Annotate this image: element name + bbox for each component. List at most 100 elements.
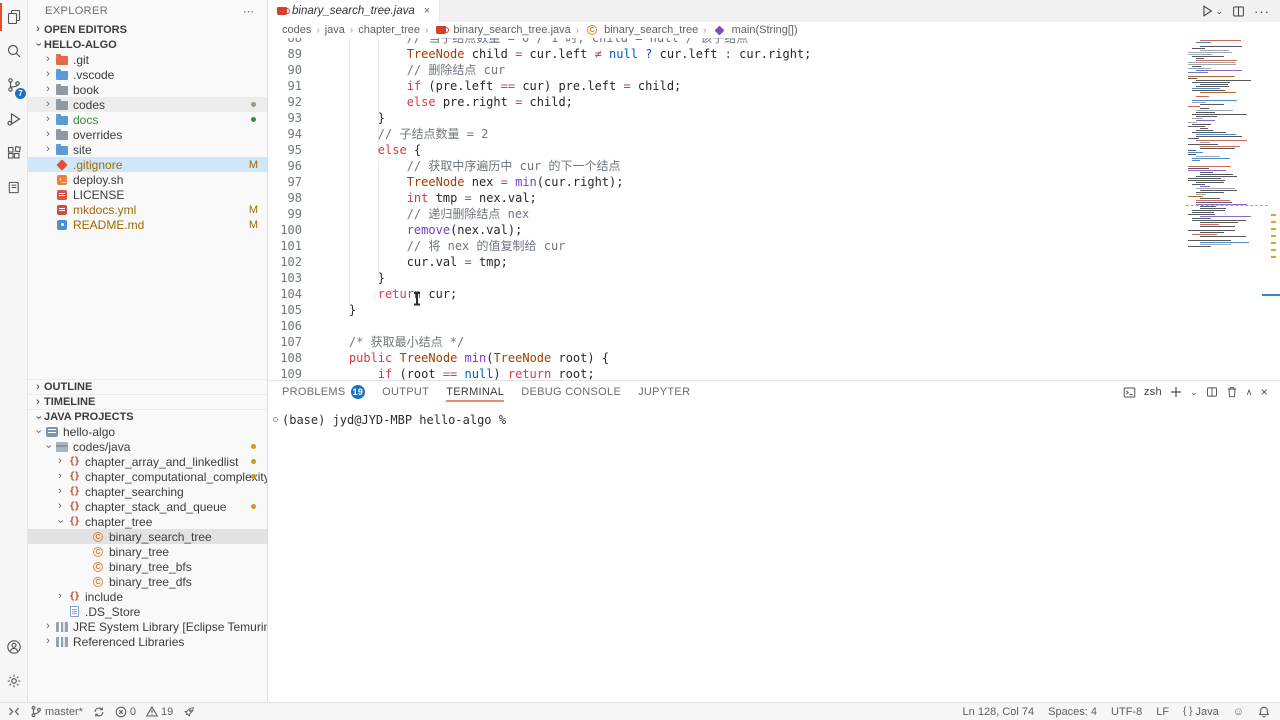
java-item-binary-tree[interactable]: Cbinary_tree xyxy=(28,544,267,559)
activity-search-icon[interactable] xyxy=(0,34,27,68)
status-remote-item[interactable] xyxy=(8,703,20,720)
close-tab-icon[interactable]: × xyxy=(424,5,430,17)
code-line-99[interactable]: 99 // 递归删除结点 nex xyxy=(268,206,1280,222)
status-error-item[interactable]: 0 xyxy=(115,703,136,720)
close-panel-icon[interactable]: × xyxy=(1261,385,1268,399)
line-number[interactable]: 90 xyxy=(268,62,302,78)
status-branch-item[interactable]: master* xyxy=(30,703,83,720)
status-feedback-item[interactable]: ☺ xyxy=(1233,703,1244,720)
more-actions-button[interactable]: ··· xyxy=(1254,4,1270,19)
line-number[interactable]: 98 xyxy=(268,190,302,206)
split-terminal-button[interactable] xyxy=(1206,386,1218,398)
java-item-chapter-stack-and-queue[interactable]: ›{}chapter_stack_and_queue xyxy=(28,499,267,514)
code-line-98[interactable]: 98 int tmp = nex.val; xyxy=(268,190,1280,206)
explorer-item-deploy-sh[interactable]: deploy.sh xyxy=(28,172,267,187)
section-root-folder[interactable]: › HELLO-ALGO xyxy=(28,37,267,52)
explorer-item-mkdocs-yml[interactable]: mkdocs.ymlM xyxy=(28,202,267,217)
line-number[interactable]: 88 xyxy=(268,38,302,46)
line-number[interactable]: 104 xyxy=(268,286,302,302)
explorer-item--gitignore[interactable]: .gitignoreM xyxy=(28,157,267,172)
sidebar-more-actions-button[interactable]: ⋯ xyxy=(243,5,267,18)
code-line-106[interactable]: 106 xyxy=(268,318,1280,334)
code-line-104[interactable]: 104 return cur; xyxy=(268,286,1280,302)
line-number[interactable]: 107 xyxy=(268,334,302,350)
activity-source-control-icon[interactable]: 7 xyxy=(0,68,27,102)
terminal-profile-icon[interactable] xyxy=(1123,386,1136,399)
activity-notebook-icon[interactable] xyxy=(0,170,27,204)
java-item-include[interactable]: ›{}include xyxy=(28,589,267,604)
status-spaces-4[interactable]: Spaces: 4 xyxy=(1048,703,1097,720)
java-item-binary-tree-dfs[interactable]: Cbinary_tree_dfs xyxy=(28,574,267,589)
activity-run-debug-icon[interactable] xyxy=(0,102,27,136)
code-line-107[interactable]: 107 /* 获取最小结点 */ xyxy=(268,334,1280,350)
java-item-binary-search-tree[interactable]: Cbinary_search_tree xyxy=(28,529,267,544)
code-line-91[interactable]: 91 if (pre.left == cur) pre.left = child… xyxy=(268,78,1280,94)
section-open-editors[interactable]: › OPEN EDITORS xyxy=(28,22,267,37)
status-lf[interactable]: LF xyxy=(1156,703,1169,720)
line-number[interactable]: 92 xyxy=(268,94,302,110)
status-warning-item[interactable]: 19 xyxy=(146,703,173,720)
breadcrumb-binary-search-tree-java[interactable]: binary_search_tree.java xyxy=(433,24,570,36)
java-item-binary-tree-bfs[interactable]: Cbinary_tree_bfs xyxy=(28,559,267,574)
section-java-projects[interactable]: › JAVA PROJECTS xyxy=(28,409,267,424)
java-item--ds-store[interactable]: .DS_Store xyxy=(28,604,267,619)
activity-account-icon[interactable] xyxy=(0,630,27,664)
status-rocket-item[interactable] xyxy=(183,703,195,720)
code-line-101[interactable]: 101 // 将 nex 的值复制给 cur xyxy=(268,238,1280,254)
line-number[interactable]: 105 xyxy=(268,302,302,318)
code-line-102[interactable]: 102 cur.val = tmp; xyxy=(268,254,1280,270)
breadcrumb-binary-search-tree[interactable]: Cbinary_search_tree xyxy=(584,24,698,36)
terminal-output[interactable]: (base) jyd@JYD-MBP hello-algo % xyxy=(268,403,1280,428)
explorer-item-site[interactable]: ›site xyxy=(28,142,267,157)
code-line-108[interactable]: 108 public TreeNode min(TreeNode root) { xyxy=(268,350,1280,366)
line-number[interactable]: 109 xyxy=(268,366,302,380)
line-number[interactable]: 91 xyxy=(268,78,302,94)
line-number[interactable]: 94 xyxy=(268,126,302,142)
line-number[interactable]: 101 xyxy=(268,238,302,254)
line-number[interactable]: 100 xyxy=(268,222,302,238)
line-number[interactable]: 106 xyxy=(268,318,302,334)
panel-tab-jupyter[interactable]: JUPYTER xyxy=(638,381,690,403)
status-bell-item[interactable] xyxy=(1258,703,1270,720)
status-ln-128-col-74[interactable]: Ln 128, Col 74 xyxy=(963,703,1035,720)
line-number[interactable]: 108 xyxy=(268,350,302,366)
line-number[interactable]: 103 xyxy=(268,270,302,286)
code-line-94[interactable]: 94 // 子结点数量 = 2 xyxy=(268,126,1280,142)
activity-extensions-icon[interactable] xyxy=(0,136,27,170)
activity-settings-icon[interactable] xyxy=(0,664,27,698)
code-line-97[interactable]: 97 TreeNode nex = min(cur.right); xyxy=(268,174,1280,190)
java-item-chapter-searching[interactable]: ›{}chapter_searching xyxy=(28,484,267,499)
shell-name-label[interactable]: zsh xyxy=(1144,386,1162,398)
code-line-109[interactable]: 109 if (root == null) return root; xyxy=(268,366,1280,380)
java-item-jre-system-library-eclipse-temurin-17-17-[interactable]: ›JRE System Library [Eclipse Temurin 17 … xyxy=(28,619,267,634)
code-editor[interactable]: 88 // 当子结点数量 = 0 / 1 时, child = null / 该… xyxy=(268,38,1280,380)
explorer-item--vscode[interactable]: ›.vscode xyxy=(28,67,267,82)
breadcrumb-java[interactable]: java xyxy=(325,24,345,36)
split-editor-button[interactable] xyxy=(1232,5,1245,18)
section-outline[interactable]: › OUTLINE xyxy=(28,379,267,394)
java-item-hello-algo[interactable]: ›hello-algo xyxy=(28,424,267,439)
java-item-referenced-libraries[interactable]: ›Referenced Libraries xyxy=(28,634,267,649)
breadcrumb-codes[interactable]: codes xyxy=(282,24,311,36)
explorer-item-docs[interactable]: ›docs xyxy=(28,112,267,127)
panel-tab-output[interactable]: OUTPUT xyxy=(382,381,429,403)
section-timeline[interactable]: › TIMELINE xyxy=(28,394,267,409)
line-number[interactable]: 89 xyxy=(268,46,302,62)
maximize-panel-chevron-icon[interactable]: ∧ xyxy=(1246,387,1253,398)
line-number[interactable]: 99 xyxy=(268,206,302,222)
status-sync-item[interactable] xyxy=(93,703,105,720)
status-utf-8[interactable]: UTF-8 xyxy=(1111,703,1142,720)
tab-binary-search-tree[interactable]: binary_search_tree.java × xyxy=(268,0,440,22)
code-line-92[interactable]: 92 else pre.right = child; xyxy=(268,94,1280,110)
code-line-90[interactable]: 90 // 删除结点 cur xyxy=(268,62,1280,78)
explorer-item-readme-md[interactable]: README.mdM xyxy=(28,217,267,232)
breadcrumb-main-string-[interactable]: main(String[]) xyxy=(712,24,798,36)
explorer-item-codes[interactable]: ›codes xyxy=(28,97,267,112)
code-line-103[interactable]: 103 } xyxy=(268,270,1280,286)
code-line-88[interactable]: 88 // 当子结点数量 = 0 / 1 时, child = null / 该… xyxy=(268,38,1280,46)
code-line-105[interactable]: 105 } xyxy=(268,302,1280,318)
line-number[interactable]: 102 xyxy=(268,254,302,270)
new-terminal-button[interactable] xyxy=(1170,386,1182,398)
code-line-95[interactable]: 95 else { xyxy=(268,142,1280,158)
run-java-button[interactable]: ⌄ xyxy=(1200,4,1223,18)
